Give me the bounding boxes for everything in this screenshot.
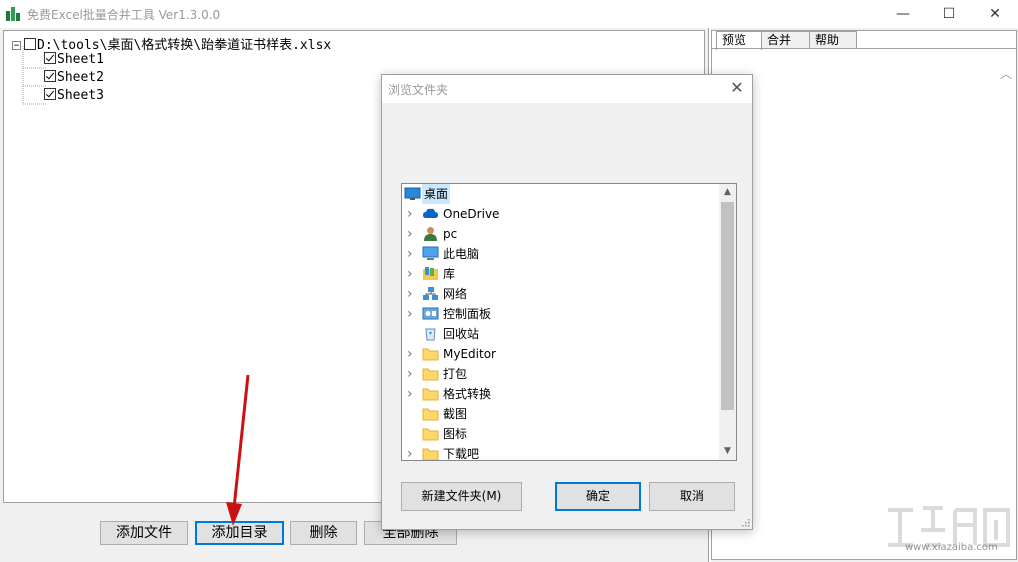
folder-tree-item[interactable]: › 此电脑: [402, 244, 720, 264]
folder-label: 下载吧: [443, 447, 480, 461]
chevron-right-icon[interactable]: ›: [407, 304, 417, 324]
folder-tree-item[interactable]: › 打包: [402, 364, 720, 384]
folder-tree[interactable]: › 下载吧 图标 截图 › 格式转换 › 打包 › MyEditor 回收站 › 控制面板 › 网络 › 库 › 此…: [401, 183, 737, 461]
new-folder-button[interactable]: 新建文件夹(M): [401, 482, 522, 511]
window-title: 免费Excel批量合并工具 Ver1.3.0.0: [27, 8, 221, 22]
folder-label: 回收站: [443, 327, 480, 341]
root-file-path: D:\tools\桌面\格式转换\跆拳道证书样表.xlsx: [37, 38, 332, 53]
folder-icon: [422, 346, 439, 361]
ok-button[interactable]: 确定: [555, 482, 641, 511]
app-icon: [6, 7, 20, 21]
chevron-up-icon[interactable]: ︿: [1000, 65, 1012, 82]
title-bar: 免费Excel批量合并工具 Ver1.3.0.0 — ☐ ✕: [0, 0, 1018, 28]
folder-icon: [422, 366, 439, 381]
tree-root-node[interactable]: − D:\tools\桌面\格式转换\跆拳道证书样表.xlsx: [12, 34, 331, 53]
maximize-button[interactable]: ☐: [926, 0, 972, 28]
tree-sheet-node[interactable]: Sheet2: [44, 70, 104, 85]
library-icon: [422, 266, 439, 281]
folder-tree-item[interactable]: › 格式转换: [402, 384, 720, 404]
folder-tree-item[interactable]: › MyEditor: [402, 344, 720, 364]
root-checkbox[interactable]: [24, 38, 36, 50]
folder-label: 截图: [443, 407, 468, 421]
cancel-button[interactable]: 取消: [649, 482, 735, 511]
scroll-thumb[interactable]: [721, 202, 734, 410]
add-file-button[interactable]: 添加文件: [100, 521, 188, 545]
chevron-right-icon[interactable]: ›: [407, 364, 417, 384]
folder-icon: [422, 406, 439, 421]
scroll-up-icon[interactable]: ▲: [719, 184, 736, 201]
delete-button[interactable]: 删除: [290, 521, 357, 545]
folder-label: 打包: [443, 367, 468, 381]
folder-tree-item[interactable]: 桌面: [402, 184, 720, 204]
resize-grip-icon[interactable]: [740, 517, 750, 527]
user-icon: [422, 226, 439, 241]
collapse-icon[interactable]: −: [12, 41, 21, 51]
desktop-icon: [404, 186, 421, 201]
folder-label: 库: [443, 267, 456, 281]
folder-tree-item[interactable]: › OneDrive: [402, 204, 720, 224]
control-panel-icon: [422, 306, 439, 321]
dialog-title-bar: 浏览文件夹 ✕: [382, 75, 752, 103]
folder-label: pc: [443, 227, 458, 241]
close-button[interactable]: ✕: [972, 0, 1018, 28]
folder-tree-item[interactable]: 截图: [402, 404, 720, 424]
folder-label: 网络: [443, 287, 468, 301]
tab-help[interactable]: 帮助: [809, 31, 857, 48]
folder-label: 此电脑: [443, 247, 480, 261]
sheet-label: Sheet1: [57, 52, 104, 67]
cloud-icon: [422, 206, 439, 221]
annotation-arrow-icon: [226, 374, 250, 526]
folder-label: OneDrive: [443, 207, 500, 221]
chevron-right-icon[interactable]: ›: [407, 284, 417, 304]
folder-tree-item[interactable]: › 网络: [402, 284, 720, 304]
chevron-right-icon[interactable]: ›: [407, 384, 417, 404]
watermark-text: www.xiazaiba.com: [905, 542, 998, 553]
folder-label: 图标: [443, 427, 468, 441]
close-icon[interactable]: ✕: [728, 78, 746, 97]
folder-label: MyEditor: [443, 347, 496, 361]
folder-tree-item[interactable]: › 库: [402, 264, 720, 284]
browse-folder-dialog: 浏览文件夹 ✕ › 下载吧 图标 截图 › 格式转换 › 打包 › MyEditor 回收站 › 控制面…: [381, 74, 753, 530]
folder-label: 桌面: [422, 184, 451, 204]
recycle-bin-icon: [422, 326, 439, 341]
computer-icon: [422, 246, 439, 261]
folder-tree-item[interactable]: › 控制面板: [402, 304, 720, 324]
chevron-right-icon[interactable]: ›: [407, 444, 417, 460]
network-icon: [422, 286, 439, 301]
folder-tree-item[interactable]: 回收站: [402, 324, 720, 344]
folder-icon: [422, 386, 439, 401]
tab-merge[interactable]: 合并: [761, 31, 810, 48]
chevron-right-icon[interactable]: ›: [407, 344, 417, 364]
sheet3-checkbox[interactable]: [44, 88, 56, 100]
chevron-right-icon[interactable]: ›: [407, 224, 417, 244]
folder-tree-item[interactable]: › 下载吧: [402, 444, 720, 461]
folder-icon: [422, 426, 439, 441]
tab-divider: [712, 48, 1016, 49]
chevron-right-icon[interactable]: ›: [407, 244, 417, 264]
folder-tree-item[interactable]: 图标: [402, 424, 720, 444]
chevron-right-icon[interactable]: ›: [407, 204, 417, 224]
sheet-label: Sheet2: [57, 70, 104, 85]
tree-sheet-node[interactable]: Sheet1: [44, 52, 104, 67]
minimize-button[interactable]: —: [880, 0, 926, 28]
sheet1-checkbox[interactable]: [44, 52, 56, 64]
dialog-title: 浏览文件夹: [388, 83, 449, 97]
folder-icon: [422, 446, 439, 460]
chevron-right-icon[interactable]: ›: [407, 264, 417, 284]
scroll-down-icon[interactable]: ▼: [719, 443, 736, 460]
sheet2-checkbox[interactable]: [44, 70, 56, 82]
tree-sheet-node[interactable]: Sheet3: [44, 88, 104, 103]
folder-label: 格式转换: [443, 387, 492, 401]
right-tab-panel: 预览 合并 帮助: [711, 30, 1017, 560]
vertical-scrollbar[interactable]: ▲ ▼: [719, 184, 736, 460]
folder-label: 控制面板: [443, 307, 492, 321]
sheet-label: Sheet3: [57, 88, 104, 103]
folder-tree-item[interactable]: › pc: [402, 224, 720, 244]
